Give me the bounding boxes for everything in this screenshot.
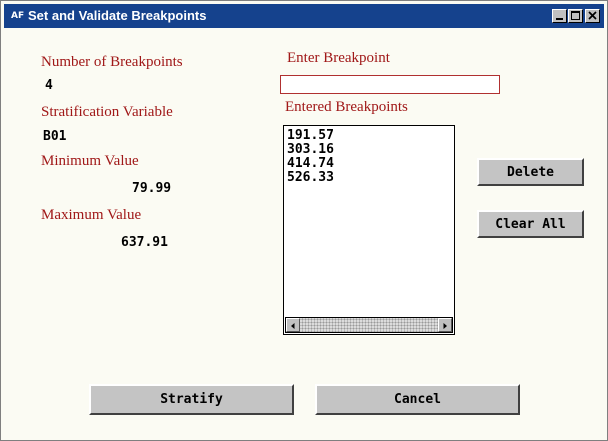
- list-item[interactable]: 191.57: [287, 129, 334, 143]
- maximize-icon: [571, 11, 580, 20]
- max-value: 637.91: [121, 235, 168, 250]
- stratify-button[interactable]: Stratify: [89, 384, 294, 415]
- max-value-label: Maximum Value: [41, 207, 142, 223]
- entered-breakpoints-label: Entered Breakpoints: [285, 99, 408, 115]
- num-breakpoints-value: 4: [45, 78, 53, 93]
- delete-button[interactable]: Delete: [477, 158, 584, 186]
- num-breakpoints-label: Number of Breakpoints: [41, 54, 183, 70]
- horizontal-scrollbar[interactable]: [285, 317, 453, 333]
- left-arrow-icon: [291, 323, 295, 329]
- enter-breakpoint-input[interactable]: [280, 75, 500, 94]
- close-icon: [588, 11, 597, 20]
- minimize-icon: [556, 18, 563, 20]
- title-bar[interactable]: AF Set and Validate Breakpoints: [4, 4, 604, 28]
- breakpoints-list: 191.57 303.16 414.74 526.33: [287, 129, 334, 185]
- dialog-window: AF Set and Validate Breakpoints Number o…: [0, 0, 608, 441]
- right-arrow-icon: [443, 323, 447, 329]
- min-value-label: Minimum Value: [41, 153, 139, 169]
- enter-breakpoint-label: Enter Breakpoint: [287, 50, 390, 66]
- maximize-button[interactable]: [568, 9, 583, 23]
- list-item[interactable]: 303.16: [287, 143, 334, 157]
- app-icon: AF: [11, 11, 25, 21]
- scroll-right-button[interactable]: [438, 318, 452, 332]
- list-item[interactable]: 414.74: [287, 157, 334, 171]
- cancel-button[interactable]: Cancel: [315, 384, 520, 415]
- close-button[interactable]: [585, 9, 600, 23]
- window-title: Set and Validate Breakpoints: [28, 8, 207, 23]
- list-item[interactable]: 526.33: [287, 171, 334, 185]
- strat-var-label: Stratification Variable: [41, 104, 173, 120]
- scroll-left-button[interactable]: [286, 318, 300, 332]
- minimize-button[interactable]: [552, 9, 567, 23]
- clear-all-button[interactable]: Clear All: [477, 210, 584, 238]
- strat-var-value: B01: [43, 129, 67, 144]
- min-value: 79.99: [132, 181, 172, 196]
- breakpoints-listbox[interactable]: 191.57 303.16 414.74 526.33: [283, 125, 455, 335]
